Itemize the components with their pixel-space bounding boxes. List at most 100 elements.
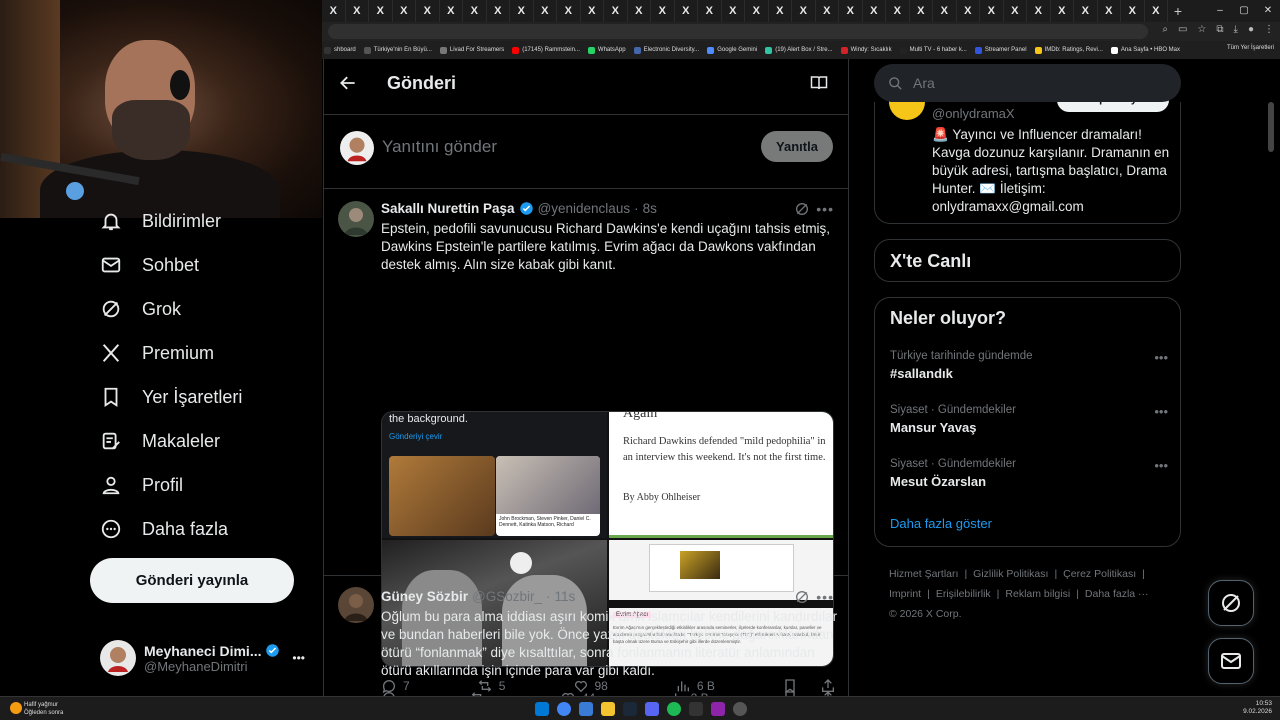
browser-tab[interactable]: X [769, 0, 792, 22]
browser-tab[interactable]: X [369, 0, 393, 22]
browser-tab[interactable]: X [1145, 0, 1168, 22]
search-icon[interactable]: ⌕ [1162, 24, 1168, 35]
footer-link[interactable]: Çerez Politikası [1063, 564, 1136, 584]
browser-tab[interactable]: X [886, 0, 910, 22]
minimize-button[interactable]: – [1208, 0, 1232, 22]
bookmark-item[interactable]: (17145) Rammstein... [512, 46, 580, 54]
bookmark-item[interactable]: IMDb: Ratings, Revi... [1034, 46, 1103, 54]
nav-grok[interactable]: Grok [98, 287, 181, 331]
browser-tab[interactable]: X [440, 0, 463, 22]
profile-icon[interactable]: ● [1248, 24, 1254, 35]
reader-mode-icon[interactable] [810, 75, 828, 91]
bookmark-item[interactable]: Streamer Panel [974, 46, 1027, 54]
trend-item[interactable]: Türkiye tarihinde gündemde #sallandık ••… [890, 350, 1168, 381]
browser-tab[interactable]: X [393, 0, 416, 22]
more-icon[interactable]: ••• [1154, 404, 1168, 419]
search-input[interactable]: Ara [874, 64, 1181, 102]
scrollbar-thumb[interactable] [1268, 102, 1274, 152]
browser-tab[interactable]: X [980, 0, 1004, 22]
browser-tab[interactable]: X [346, 0, 369, 22]
system-clock[interactable]: 10:53 9.02.2026 [1243, 700, 1272, 716]
bookmark-item[interactable]: Ana Sayfa • HBO Max [1110, 46, 1180, 54]
browser-tab[interactable]: X [839, 0, 863, 22]
reply-input[interactable]: Yanıtını gönder [382, 137, 497, 157]
maximize-button[interactable]: ▢ [1232, 0, 1256, 22]
grok-icon[interactable] [794, 589, 810, 605]
media-image-1[interactable]: the background. Gönderiyi çevir John Bro… [382, 412, 607, 538]
browser-tab[interactable]: X [416, 0, 440, 22]
live-section[interactable]: X'te Canlı [874, 239, 1181, 282]
all-bookmarks-button[interactable]: Tüm Yer İşaretleri [1227, 45, 1274, 51]
bookmark-item[interactable]: shboard [324, 46, 356, 54]
footer-link[interactable]: Daha fazla ··· [1085, 584, 1149, 604]
tweet[interactable]: Sakallı Nurettin Paşa @yenidenclaus · 8s… [324, 189, 848, 694]
steam-icon[interactable] [623, 702, 637, 716]
browser-tab[interactable]: X [863, 0, 886, 22]
avatar[interactable] [338, 201, 374, 237]
footer-link[interactable]: Reklam bilgisi [1005, 584, 1070, 604]
tweet-author-handle[interactable]: @yenidenclaus [538, 201, 631, 216]
browser-tab[interactable]: X [698, 0, 722, 22]
grok-fab[interactable] [1208, 580, 1254, 626]
back-arrow-icon[interactable] [338, 73, 360, 95]
avatar[interactable] [338, 587, 374, 623]
browser-tab[interactable]: X [1074, 0, 1098, 22]
footer-link[interactable]: Hizmet Şartları [889, 564, 958, 584]
bookmark-item[interactable]: Google Gemini [707, 46, 757, 54]
tweet-timestamp[interactable]: 11s [555, 589, 576, 604]
start-icon[interactable] [535, 702, 549, 716]
bookmark-item[interactable]: Electronic Diversity... [633, 46, 699, 54]
weather-widget[interactable]: Hafif yağmur Öğleden sonra [24, 701, 63, 717]
tweet-author-name[interactable]: Sakallı Nurettin Paşa [381, 201, 515, 216]
footer-link[interactable]: Erişilebilirlik [936, 584, 991, 604]
bookmark-item[interactable]: (19) Alert Box / Stre... [765, 46, 833, 54]
browser-tab[interactable]: X [604, 0, 628, 22]
star-icon[interactable]: ☆ [1197, 24, 1206, 35]
translate-link[interactable]: Gönderiyi çevir [389, 432, 442, 441]
close-button[interactable]: ✕ [1256, 0, 1280, 22]
profile-handle[interactable]: @onlydramaX [932, 106, 1015, 121]
show-more-link[interactable]: Daha fazla göster [890, 516, 992, 531]
browser-tab[interactable]: X [463, 0, 487, 22]
obs-icon[interactable] [733, 702, 747, 716]
reply-button[interactable]: Yanıtla [761, 131, 833, 162]
menu-icon[interactable]: ⋮ [1264, 24, 1274, 35]
footer-link[interactable]: Imprint [889, 584, 921, 604]
nav-articles[interactable]: Makaleler [98, 419, 220, 463]
browser-tab[interactable]: X [745, 0, 769, 22]
epic-games-icon[interactable] [689, 702, 703, 716]
browser-tab[interactable]: X [675, 0, 698, 22]
more-icon[interactable]: ••• [1154, 350, 1168, 365]
nav-premium[interactable]: Premium [98, 331, 214, 375]
bookmark-item[interactable]: Multi TV - 6 haber k... [899, 46, 967, 54]
account-more-icon[interactable]: ••• [292, 651, 305, 665]
tweet-author-name[interactable]: Güney Sözbir [381, 589, 468, 604]
browser-tab[interactable]: X [816, 0, 839, 22]
media-image-2[interactable]: Again Richard Dawkins defended "mild ped… [609, 412, 833, 538]
spotify-icon[interactable] [667, 702, 681, 716]
download-icon[interactable]: ⤓ [1234, 24, 1238, 35]
browser-tab[interactable]: X [957, 0, 980, 22]
discord-icon[interactable] [645, 702, 659, 716]
bookmark-item[interactable]: WhatsApp [587, 46, 626, 54]
footer-link[interactable]: Gizlilik Politikası [973, 564, 1048, 584]
edge-icon[interactable] [579, 702, 593, 716]
account-switcher[interactable]: Meyhaneci Dimi... @MeyhaneDimitri ••• [100, 636, 315, 680]
browser-tab[interactable]: X [1051, 0, 1074, 22]
nav-notifications[interactable]: Bildirimler [98, 199, 221, 243]
chrome-icon[interactable] [557, 702, 571, 716]
browser-tab[interactable]: X [792, 0, 816, 22]
tweet-timestamp[interactable]: 8s [643, 201, 657, 216]
browser-tab[interactable]: X [581, 0, 604, 22]
trend-item[interactable]: Siyaset · Gündemdekiler Mesut Özarslan •… [890, 458, 1168, 489]
tweet-author-handle[interactable]: @GSozbir_ [472, 589, 542, 604]
bookmark-item[interactable]: Türkiye'nin En Büyü... [363, 46, 432, 54]
browser-tab[interactable]: X [722, 0, 745, 22]
bookmark-item[interactable]: Windy: Sıcaklık [840, 46, 892, 54]
browser-tab[interactable]: X [510, 0, 534, 22]
app-icon[interactable] [711, 702, 725, 716]
post-button[interactable]: Gönderi yayınla [90, 558, 294, 603]
browser-tab[interactable]: X [910, 0, 933, 22]
browser-tab[interactable]: X [1027, 0, 1051, 22]
cast-icon[interactable]: ▭ [1178, 24, 1187, 35]
